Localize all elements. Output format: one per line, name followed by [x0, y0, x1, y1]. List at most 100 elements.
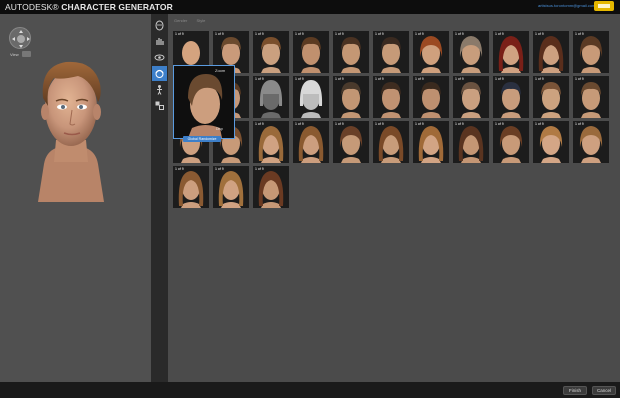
thumbnail-count: 1 of 9 — [255, 167, 264, 171]
hand-icon — [156, 38, 164, 45]
hair-thumbnail[interactable]: 1 of 9 — [453, 121, 489, 163]
hair-gallery: Gender Style 1 of 9 1 of 9 1 of 9 1 of 9 — [168, 14, 620, 382]
skin-tool[interactable] — [152, 34, 167, 49]
thumbnail-count: 1 of 9 — [255, 77, 264, 81]
thumbnail-count: 1 of 9 — [215, 167, 224, 171]
hair-thumbnail[interactable]: 1 of 9 — [213, 166, 249, 208]
hair-thumbnail[interactable]: 1 of 9 — [573, 31, 609, 73]
hair-thumbnail[interactable]: 1 of 9 — [413, 76, 449, 118]
clothing-icon — [155, 101, 164, 110]
hair-thumbnail[interactable]: 1 of 9 — [453, 31, 489, 73]
hair-thumbnail-image — [339, 126, 363, 163]
hair-thumbnail[interactable]: 1 of 9 — [253, 121, 289, 163]
thumbnail-count: 1 of 9 — [255, 32, 264, 36]
hair-thumbnail-image — [341, 37, 361, 73]
hair-thumbnail[interactable]: 1 of 9 — [413, 121, 449, 163]
hair-thumbnail-image — [178, 171, 204, 208]
hair-thumbnail-image — [421, 82, 441, 118]
clothing-tool[interactable] — [152, 98, 167, 113]
hair-thumbnail-image — [538, 36, 564, 73]
hair-icon — [155, 69, 164, 78]
thumbnail-count: 1 of 9 — [175, 167, 184, 171]
thumbnail-count: 1 of 9 — [495, 77, 504, 81]
body-icon — [157, 85, 162, 95]
hair-thumbnail[interactable]: 1 of 9 — [493, 31, 529, 73]
thumbnail-count: 1 of 9 — [255, 122, 264, 126]
filter-style[interactable]: Style — [196, 18, 205, 23]
brand-product: CHARACTER GENERATOR — [61, 2, 173, 12]
hair-thumbnail-image — [381, 82, 401, 118]
cancel-button[interactable]: Cancel — [592, 386, 616, 395]
thumbnail-count: 1 of 9 — [215, 32, 224, 36]
hair-thumbnail[interactable]: 1 of 9 — [333, 76, 369, 118]
thumbnail-count: 1 of 9 — [575, 77, 584, 81]
title-bar: AUTODESK® CHARACTER GENERATOR artistsus.… — [0, 0, 620, 14]
hair-thumbnail[interactable]: 1 of 9 — [573, 121, 609, 163]
category-toolbar — [151, 14, 168, 382]
hair-thumbnail-image — [381, 37, 401, 73]
thumbnail-count: 1 of 9 — [295, 122, 304, 126]
thumbnail-count: 1 of 9 — [415, 77, 424, 81]
finish-button[interactable]: Finish — [563, 386, 587, 395]
thumbnail-count: 1 of 9 — [495, 32, 504, 36]
thumbnail-count: 1 of 9 — [455, 32, 464, 36]
body-tool[interactable] — [152, 82, 167, 97]
footer-bar: Finish Cancel — [0, 382, 620, 398]
hair-thumbnail-image — [418, 126, 444, 163]
eyes-tool[interactable] — [152, 50, 167, 65]
head-shape-tool[interactable] — [152, 18, 167, 33]
hair-thumbnail-image — [579, 36, 603, 73]
display-selector[interactable]: Disp — [216, 126, 234, 133]
filter-gender[interactable]: Gender — [174, 18, 187, 23]
hair-thumbnail[interactable]: 1 of 9 — [533, 31, 569, 73]
hair-thumbnail-image — [299, 80, 323, 118]
hair-thumbnail[interactable]: 1 of 9 — [413, 31, 449, 73]
hair-thumbnail[interactable]: 1 of 9 — [373, 31, 409, 73]
hair-thumbnail[interactable]: 1 of 9 — [293, 121, 329, 163]
hair-thumbnail[interactable]: 1 of 9 — [493, 76, 529, 118]
hair-thumbnail[interactable]: 1 of 9 — [253, 31, 289, 73]
thumbnail-count: 1 of 9 — [375, 32, 384, 36]
thumbnail-count: 1 of 9 — [335, 77, 344, 81]
hair-thumbnail[interactable]: 1 of 9 — [373, 121, 409, 163]
hair-thumbnail[interactable]: 1 of 9 — [253, 166, 289, 208]
hair-thumbnail-image — [539, 126, 563, 163]
hair-thumbnail-image — [298, 126, 324, 163]
user-email-link[interactable]: artistsus.torontomm@gmail.com — [538, 3, 595, 8]
hair-thumbnail[interactable]: 1 of 9 — [293, 31, 329, 73]
thumbnail-grid: 1 of 9 1 of 9 1 of 9 1 of 9 1 of 9 1 of … — [173, 31, 613, 231]
hair-thumbnail-image — [458, 126, 484, 163]
help-button[interactable] — [594, 1, 614, 11]
hair-thumbnail-image — [419, 36, 443, 73]
global-randomize-button[interactable]: Global Randomize — [183, 136, 221, 142]
hair-thumbnail[interactable]: 1 of 9 — [533, 121, 569, 163]
hair-thumbnail-image — [218, 171, 244, 208]
hair-thumbnail[interactable]: 1 of 9 — [333, 121, 369, 163]
hair-thumbnail[interactable]: 1 of 9 — [253, 76, 289, 118]
hair-thumbnail[interactable]: 1 of 9 — [533, 76, 569, 118]
thumbnail-count: 1 of 9 — [295, 32, 304, 36]
thumbnail-count: 1 of 9 — [295, 77, 304, 81]
hair-thumbnail[interactable]: 1 of 9 — [173, 166, 209, 208]
hair-thumbnail[interactable]: 1 of 9 — [493, 121, 529, 163]
hair-thumbnail[interactable]: 1 of 9 — [373, 76, 409, 118]
hair-thumbnail-image — [499, 126, 523, 163]
navigation-wheel-icon[interactable] — [9, 27, 31, 49]
hair-thumbnail[interactable]: 1 of 9 — [293, 76, 329, 118]
head-shape-icon — [155, 20, 164, 31]
thumbnail-count: 1 of 9 — [455, 122, 464, 126]
hair-thumbnail-image — [258, 126, 284, 163]
thumbnail-count: 1 of 9 — [535, 122, 544, 126]
thumbnail-count: 1 of 9 — [535, 32, 544, 36]
thumbnail-count: 1 of 9 — [575, 32, 584, 36]
hair-thumbnail-image — [579, 126, 603, 163]
hair-thumbnail[interactable]: 1 of 9 — [453, 76, 489, 118]
hair-thumbnail[interactable]: 1 of 9 — [573, 76, 609, 118]
hair-thumbnail-image — [461, 82, 481, 118]
app-brand: AUTODESK® CHARACTER GENERATOR — [5, 2, 173, 12]
hair-thumbnail[interactable]: 1 of 9 — [333, 31, 369, 73]
thumbnail-count: 1 of 9 — [175, 32, 184, 36]
hair-tool[interactable] — [152, 66, 167, 81]
character-viewport[interactable]: View — [0, 14, 151, 382]
thumbnail-count: 1 of 9 — [335, 122, 344, 126]
